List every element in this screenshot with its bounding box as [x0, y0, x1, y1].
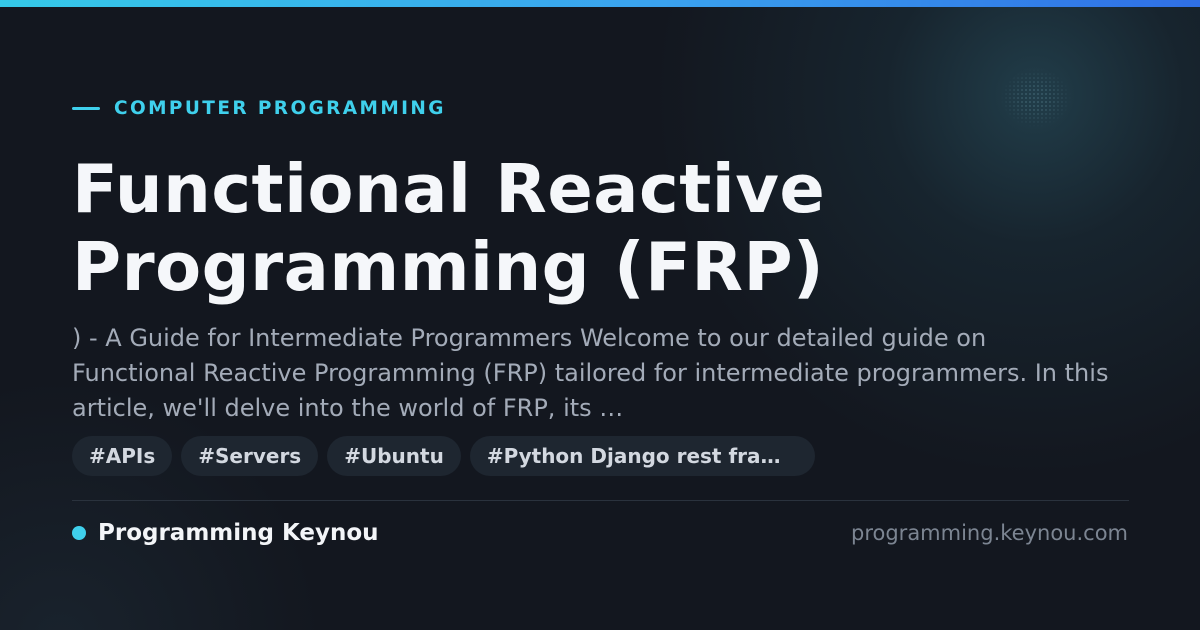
footer-divider — [72, 500, 1129, 501]
category-eyebrow: COMPUTER PROGRAMMING — [72, 96, 446, 120]
tag-list: #APIs #Servers #Ubuntu #Python Django re… — [72, 436, 815, 476]
site-name: Programming Keynou — [98, 520, 379, 546]
tag-servers[interactable]: #Servers — [181, 436, 319, 476]
dot-pattern-decoration — [1000, 68, 1072, 128]
site-url[interactable]: programming.keynou.com — [851, 518, 1128, 548]
social-card: COMPUTER PROGRAMMING Functional Reactive… — [0, 0, 1200, 630]
article-title: Functional Reactive Programming (FRP) — [72, 150, 826, 306]
accent-top-bar — [0, 0, 1200, 7]
dash-icon — [72, 106, 100, 110]
tag-ubuntu[interactable]: #Ubuntu — [327, 436, 461, 476]
site-brand[interactable]: Programming Keynou — [72, 518, 379, 548]
article-description: ) - A Guide for Intermediate Programmers… — [72, 324, 1109, 422]
category-label: COMPUTER PROGRAMMING — [114, 97, 446, 119]
brand-dot-icon — [72, 526, 86, 540]
tag-python-django[interactable]: #Python Django rest fram… — [469, 436, 815, 476]
tag-apis[interactable]: #APIs — [72, 436, 173, 476]
